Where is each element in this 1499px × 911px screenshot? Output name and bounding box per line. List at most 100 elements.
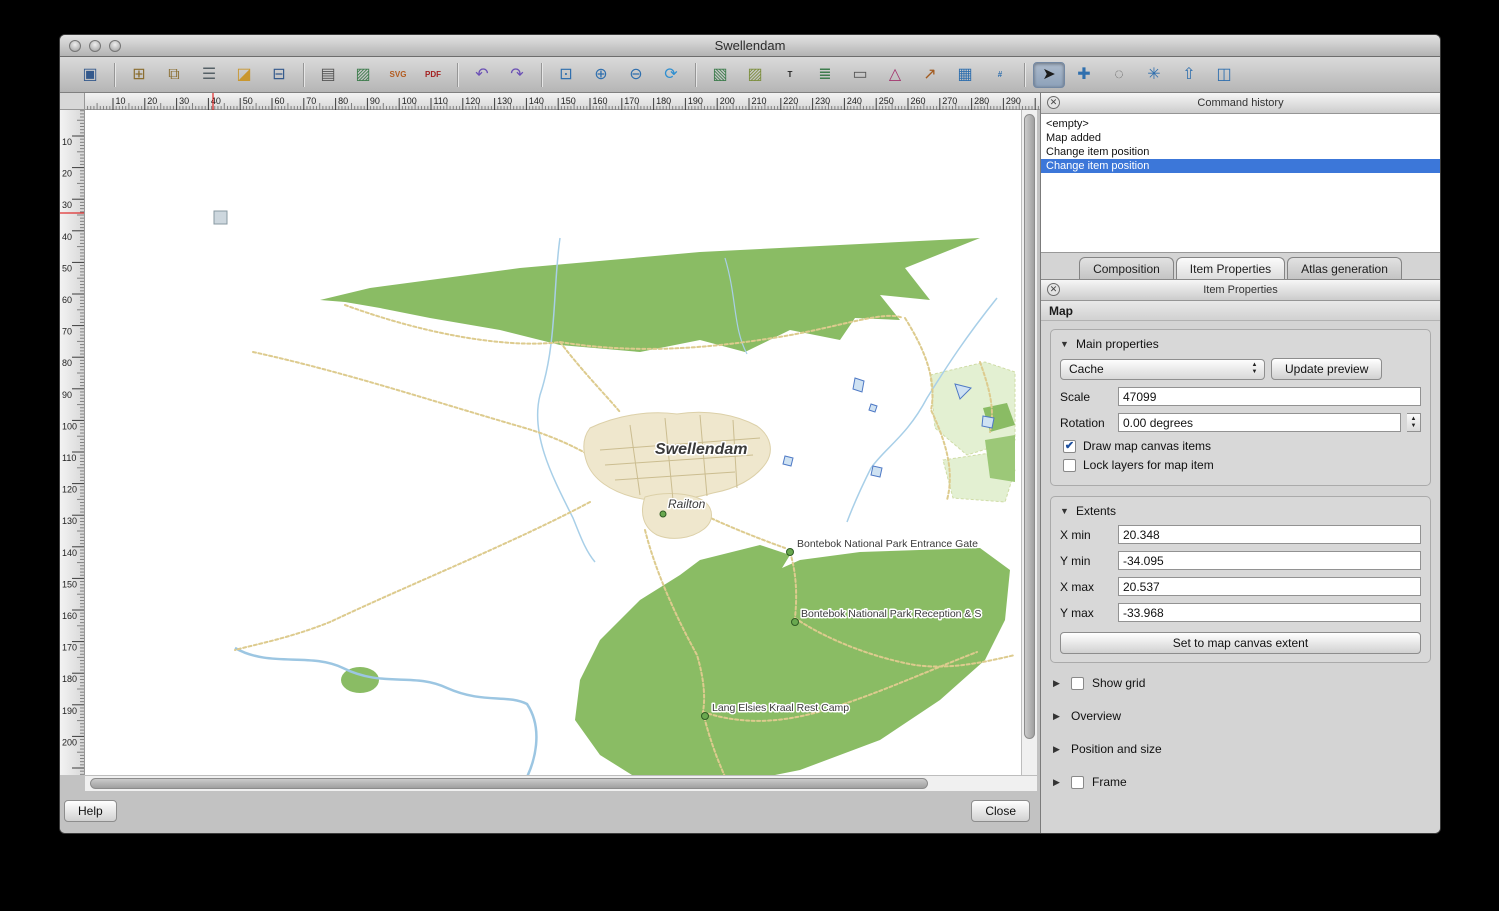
disclosure-triangle-icon: ▶ [1053, 711, 1063, 722]
zoom-full-button[interactable]: ⊡ [550, 62, 582, 88]
minimize-window-button[interactable] [89, 40, 101, 52]
zoom-out-button[interactable]: ⊖ [620, 62, 652, 88]
tab-composition[interactable]: Composition [1079, 257, 1174, 279]
tab-item-properties[interactable]: Item Properties [1176, 257, 1285, 279]
history-item[interactable]: Change item position [1041, 145, 1440, 159]
svg-text:40: 40 [211, 96, 221, 106]
export-as-svg-button[interactable]: SVG [382, 62, 414, 88]
toolbar-separator [541, 63, 542, 87]
extent-row: X min [1060, 525, 1421, 544]
checkbox-lock-layers-for-map-item[interactable] [1063, 459, 1076, 472]
history-item[interactable]: <empty> [1041, 117, 1440, 131]
add-image-button[interactable]: ▨ [739, 62, 771, 88]
save-as-template-button[interactable]: ⊟ [263, 62, 295, 88]
svg-text:50: 50 [62, 263, 72, 273]
panel-close-icon[interactable]: ✕ [1047, 96, 1060, 109]
main-properties-heading: Main properties [1076, 337, 1159, 351]
scale-label: Scale [1060, 390, 1112, 404]
print-button[interactable]: ▤ [312, 62, 344, 88]
close-window-button[interactable] [69, 40, 81, 52]
toolbar-separator [695, 63, 696, 87]
add-arrow-button[interactable]: ↗ [914, 62, 946, 88]
group-items-button[interactable]: ◫ [1208, 62, 1240, 88]
checkbox-row: ✔Draw map canvas items [1063, 439, 1421, 453]
ruler-row: 1020304050607080901001101201301401501601… [60, 93, 1040, 110]
svg-text:30: 30 [179, 96, 189, 106]
edit-nodes-item-button[interactable]: ✳ [1138, 62, 1170, 88]
redo-button[interactable]: ↷ [501, 62, 533, 88]
zoom-in-button[interactable]: ⊕ [585, 62, 617, 88]
section-checkbox-show-grid[interactable] [1071, 677, 1084, 690]
select-move-item-button[interactable]: ➤ [1033, 62, 1065, 88]
cache-mode-dropdown[interactable]: Cache ▲▼ [1060, 359, 1265, 380]
add-legend-button[interactable]: ≣ [809, 62, 841, 88]
add-scalebar-icon: ▭ [852, 67, 867, 83]
add-new-map-button[interactable]: ▧ [704, 62, 736, 88]
move-item-content-button[interactable]: ✚ [1068, 62, 1100, 88]
composer-manager-button[interactable]: ☰ [193, 62, 225, 88]
redo-icon: ↷ [510, 67, 523, 83]
map-item[interactable]: Swellendam Railton Bontebok National Par… [85, 110, 1021, 775]
export-as-image-button[interactable]: ▨ [347, 62, 379, 88]
section-show-grid[interactable]: ▶Show grid [1053, 673, 1431, 693]
zoom-window-button[interactable] [109, 40, 121, 52]
add-html-frame-button[interactable]: # [984, 62, 1016, 88]
vertical-scrollbar-thumb[interactable] [1024, 114, 1035, 739]
disclosure-triangle-icon: ▶ [1053, 744, 1063, 755]
rotation-input[interactable] [1118, 413, 1401, 432]
history-item[interactable]: Map added [1041, 131, 1440, 145]
add-basic-shape-button[interactable]: △ [879, 62, 911, 88]
select-region-button[interactable]: ◌ [1103, 62, 1135, 88]
select-region-icon: ◌ [1114, 67, 1124, 83]
svg-text:110: 110 [434, 96, 448, 106]
save-project-button[interactable]: ▣ [74, 62, 106, 88]
section-checkbox-frame[interactable] [1071, 776, 1084, 789]
refresh-view-button[interactable]: ⟳ [655, 62, 687, 88]
extent-x-min-input[interactable] [1118, 525, 1421, 544]
add-label-button[interactable]: T [774, 62, 806, 88]
panel-close-icon[interactable]: ✕ [1047, 283, 1060, 296]
extent-x-max-input[interactable] [1118, 577, 1421, 596]
scale-input[interactable] [1118, 387, 1421, 406]
help-button[interactable]: Help [64, 800, 117, 822]
main-area: 1020304050607080901001101201301401501601… [60, 93, 1440, 833]
disclosure-triangle-icon[interactable]: ▼ [1060, 339, 1070, 349]
horizontal-scrollbar[interactable] [85, 775, 1037, 791]
svg-text:30: 30 [62, 200, 72, 210]
extent-y-min-input[interactable] [1118, 551, 1421, 570]
add-attribute-table-button[interactable]: ▦ [949, 62, 981, 88]
new-composition-button[interactable]: ⊞ [123, 62, 155, 88]
disclosure-triangle-icon: ▶ [1053, 777, 1063, 788]
map-label-reception: Bontebok National Park Reception & S [801, 608, 981, 620]
dialog-footer: Help Close [60, 791, 1040, 833]
rotation-spinner[interactable]: ▲▼ [1407, 413, 1421, 432]
undo-button[interactable]: ↶ [466, 62, 498, 88]
horizontal-scrollbar-thumb[interactable] [90, 778, 928, 789]
composer-canvas[interactable]: Swellendam Railton Bontebok National Par… [85, 110, 1021, 775]
section-frame[interactable]: ▶Frame [1053, 772, 1431, 792]
load-from-template-button[interactable]: ◪ [228, 62, 260, 88]
composer-toolbar: ▣⊞⧉☰◪⊟▤▨SVGPDF↶↷⊡⊕⊖⟳▧▨T≣▭△↗▦#➤✚◌✳⇧◫ [60, 57, 1440, 93]
close-button[interactable]: Close [971, 800, 1030, 822]
disclosure-triangle-icon[interactable]: ▼ [1060, 506, 1070, 516]
small-composer-item[interactable] [214, 211, 227, 224]
extent-y-max-input[interactable] [1118, 603, 1421, 622]
svg-text:10: 10 [116, 96, 126, 106]
section-position-and-size[interactable]: ▶Position and size [1053, 739, 1431, 759]
zoom-full-icon: ⊡ [559, 67, 572, 83]
vertical-ruler-ticks: 1020304050607080901001101201301401501601… [60, 110, 84, 775]
export-as-pdf-button[interactable]: PDF [417, 62, 449, 88]
load-from-template-icon: ◪ [236, 67, 251, 83]
update-preview-button[interactable]: Update preview [1271, 358, 1382, 380]
checkbox-draw-map-canvas-items[interactable]: ✔ [1063, 440, 1076, 453]
extent-row: Y min [1060, 551, 1421, 570]
title-bar[interactable]: Swellendam [60, 35, 1440, 57]
add-scalebar-button[interactable]: ▭ [844, 62, 876, 88]
set-map-canvas-extent-button[interactable]: Set to map canvas extent [1060, 632, 1421, 654]
tab-atlas-generation[interactable]: Atlas generation [1287, 257, 1402, 279]
duplicate-composition-button[interactable]: ⧉ [158, 62, 190, 88]
vertical-scrollbar[interactable] [1021, 110, 1037, 775]
raise-selected-items-button[interactable]: ⇧ [1173, 62, 1205, 88]
section-overview[interactable]: ▶Overview [1053, 706, 1431, 726]
history-item[interactable]: Change item position [1041, 159, 1440, 173]
